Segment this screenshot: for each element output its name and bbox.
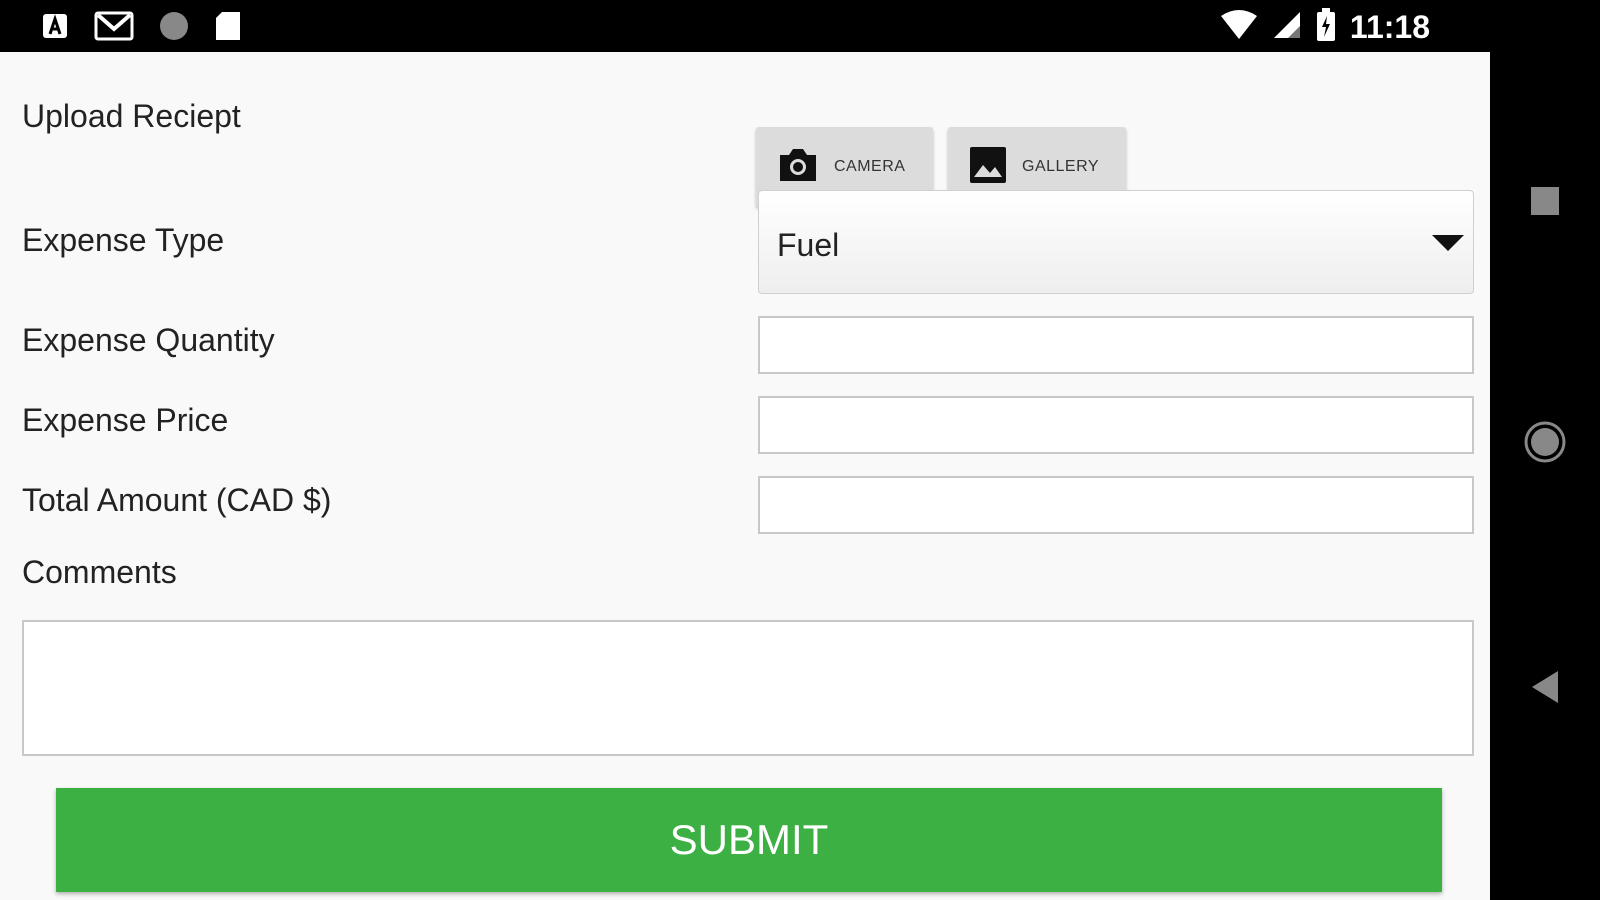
total-amount-label: Total Amount (CAD $) xyxy=(22,482,332,518)
notification-icons xyxy=(40,10,242,47)
back-icon xyxy=(1530,670,1560,709)
comments-input[interactable] xyxy=(22,620,1474,756)
navigation-bar xyxy=(1490,52,1600,900)
expense-price-input[interactable] xyxy=(758,396,1474,454)
back-button[interactable] xyxy=(1490,670,1600,709)
recents-button[interactable] xyxy=(1490,186,1600,221)
expense-quantity-input[interactable] xyxy=(758,316,1474,374)
expense-type-value: Fuel xyxy=(777,227,840,263)
expense-form-screen: Upload Reciept CAMERA GALLERY Expense Ty… xyxy=(0,52,1490,900)
home-icon xyxy=(1523,420,1567,469)
submit-button[interactable]: SUBMIT xyxy=(56,788,1442,892)
circle-icon xyxy=(158,10,190,47)
app-icon xyxy=(40,11,70,46)
status-bar: 11:18 xyxy=(0,0,1600,52)
recents-icon xyxy=(1530,186,1560,221)
camera-button-label: CAMERA xyxy=(834,158,906,175)
expense-type-label: Expense Type xyxy=(22,222,225,258)
total-amount-input[interactable] xyxy=(758,476,1474,534)
home-button[interactable] xyxy=(1490,420,1600,469)
clock: 11:18 xyxy=(1349,9,1430,45)
system-icons: 11:18 xyxy=(1220,8,1430,47)
battery-icon xyxy=(1316,8,1336,47)
gmail-icon xyxy=(94,10,134,47)
sd-card-icon xyxy=(214,10,242,47)
comments-label: Comments xyxy=(22,554,177,590)
expense-type-select[interactable]: Fuel xyxy=(758,190,1474,294)
cell-signal-icon xyxy=(1272,10,1302,45)
gallery-button-label: GALLERY xyxy=(1022,158,1100,175)
expense-price-label: Expense Price xyxy=(22,402,229,438)
expense-quantity-label: Expense Quantity xyxy=(22,322,275,358)
dropdown-arrow-icon xyxy=(1431,233,1465,258)
gallery-icon xyxy=(968,145,1008,190)
wifi-icon xyxy=(1220,10,1258,45)
upload-receipt-label: Upload Reciept xyxy=(22,98,241,134)
camera-icon xyxy=(776,145,820,190)
